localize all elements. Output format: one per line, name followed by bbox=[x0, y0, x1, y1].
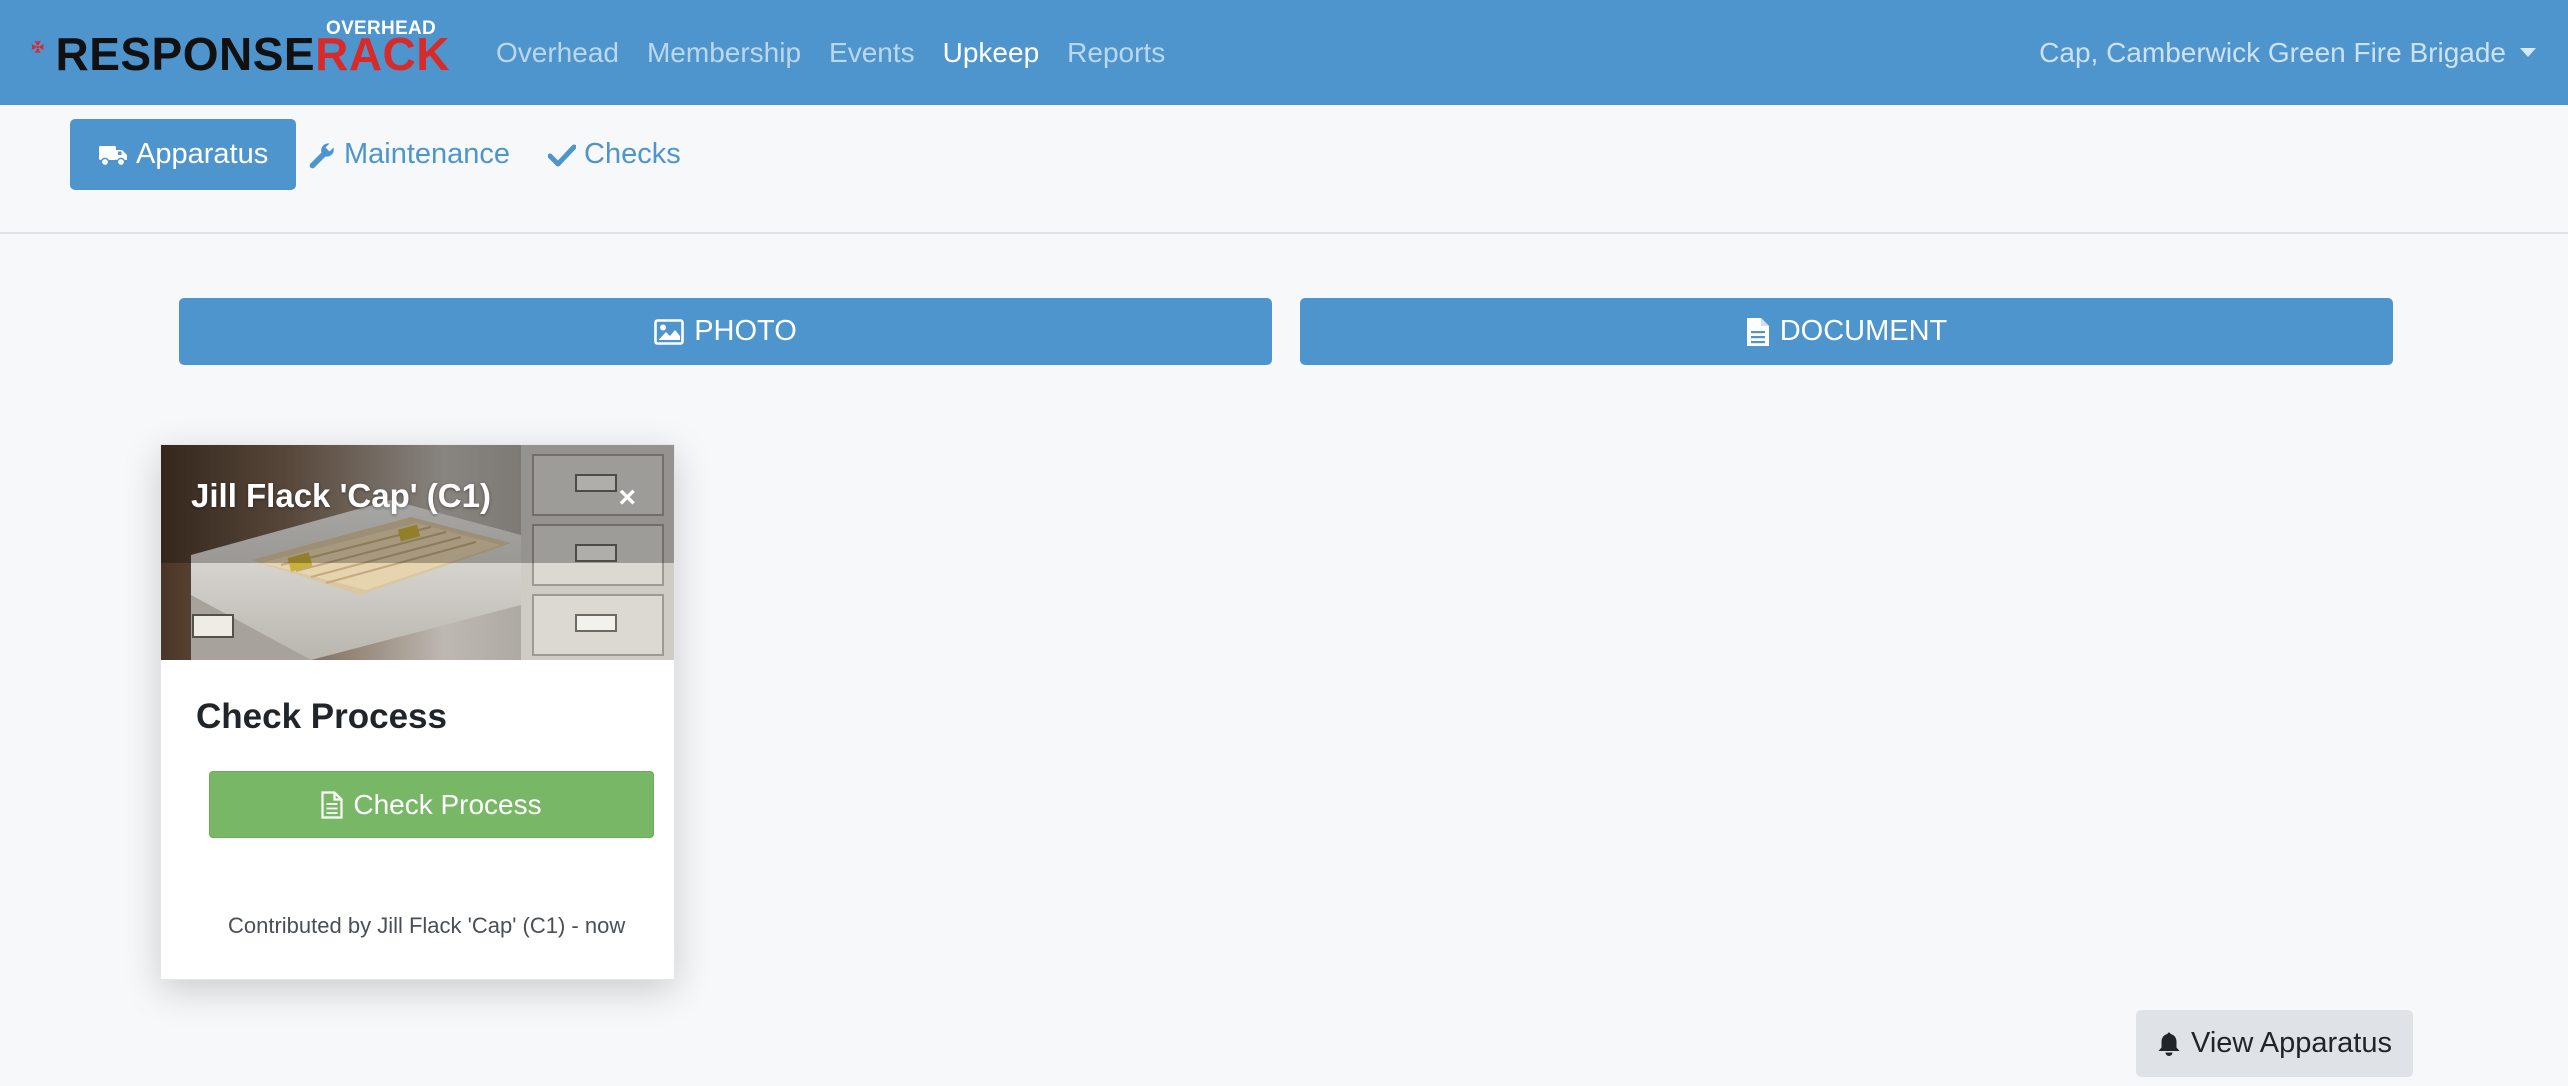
contributed-by-text: Contributed by Jill Flack 'Cap' (C1) - n… bbox=[228, 913, 626, 938]
tab-apparatus[interactable]: Apparatus bbox=[70, 119, 297, 190]
file-text-icon bbox=[1746, 317, 1769, 346]
nav-item-membership[interactable]: Membership bbox=[647, 37, 801, 69]
main-nav: Overhead Membership Events Upkeep Report… bbox=[496, 0, 1165, 105]
file-icon bbox=[321, 790, 343, 819]
photo-upload-button[interactable]: PHOTO bbox=[179, 298, 1272, 365]
brand-word-response: RESPONSE bbox=[55, 28, 316, 80]
view-apparatus-label: View Apparatus bbox=[2191, 1027, 2392, 1059]
document-upload-label: DOCUMENT bbox=[1779, 315, 1948, 347]
brand-logo[interactable]: RESPONSERACK OVERHEAD bbox=[30, 16, 450, 78]
tab-checks[interactable]: Checks bbox=[520, 119, 709, 190]
card-header-title: Jill Flack 'Cap' (C1) bbox=[191, 477, 491, 514]
check-icon bbox=[548, 144, 576, 166]
card-cover-image: Jill Flack 'Cap' (C1) × bbox=[161, 445, 674, 660]
bell-icon bbox=[2158, 1032, 2180, 1056]
nav-item-upkeep[interactable]: Upkeep bbox=[943, 37, 1040, 69]
document-upload-button[interactable]: DOCUMENT bbox=[1300, 298, 2393, 365]
nav-item-reports[interactable]: Reports bbox=[1067, 37, 1165, 69]
check-process-button-label: Check Process bbox=[353, 788, 542, 820]
tab-apparatus-label: Apparatus bbox=[136, 138, 269, 170]
card-title: Check Process bbox=[196, 697, 447, 736]
nav-item-overhead[interactable]: Overhead bbox=[496, 37, 619, 69]
photo-upload-label: PHOTO bbox=[694, 315, 797, 347]
document-card: Jill Flack 'Cap' (C1) × Check Process Ch… bbox=[160, 444, 675, 980]
wrench-icon bbox=[309, 142, 334, 168]
cropped-section-heading bbox=[160, 1072, 540, 1086]
sub-nav: Apparatus Maintenance Checks bbox=[0, 105, 2568, 234]
caret-down-icon bbox=[2520, 48, 2536, 57]
tab-maintenance-label: Maintenance bbox=[344, 138, 511, 170]
user-menu-dropdown[interactable]: Cap, Camberwick Green Fire Brigade bbox=[2039, 0, 2536, 105]
top-navbar: RESPONSERACK OVERHEAD Overhead Membershi… bbox=[0, 0, 2568, 105]
image-icon bbox=[654, 318, 685, 345]
truck-icon bbox=[99, 145, 127, 166]
brand-subtitle: OVERHEAD bbox=[326, 18, 437, 39]
nav-item-events[interactable]: Events bbox=[829, 37, 915, 69]
maltese-cross-icon bbox=[31, 40, 45, 54]
user-menu-label: Cap, Camberwick Green Fire Brigade bbox=[2039, 36, 2506, 68]
check-process-button[interactable]: Check Process bbox=[209, 771, 654, 838]
close-icon[interactable]: × bbox=[618, 483, 636, 513]
view-apparatus-button[interactable]: View Apparatus bbox=[2136, 1010, 2413, 1077]
tab-maintenance[interactable]: Maintenance bbox=[280, 119, 538, 190]
tab-checks-label: Checks bbox=[584, 138, 681, 170]
